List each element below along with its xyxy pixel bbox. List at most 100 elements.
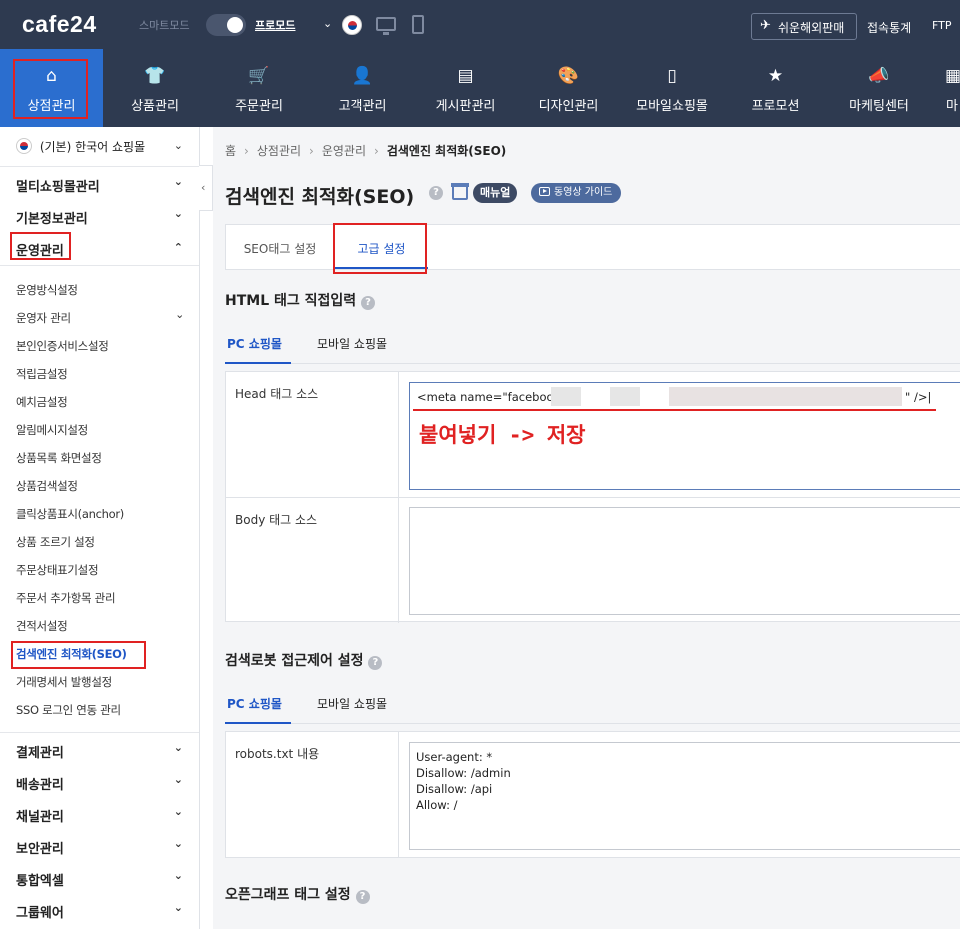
sidebar-group-label: 배송관리 bbox=[16, 778, 64, 793]
head-tag-value-end: " />| bbox=[905, 390, 932, 404]
nav-marketing-center[interactable]: 📣 마케팅센터 bbox=[827, 49, 931, 127]
nav-product-manage[interactable]: 👕 상품관리 bbox=[103, 49, 207, 127]
sidebar-group-operation[interactable]: 운영관리 ⌃ bbox=[0, 231, 199, 263]
sidebar-item-identity-verify[interactable]: 본인인증서비스설정 bbox=[16, 338, 109, 354]
overseas-sale-label: 쉬운해외판매 bbox=[778, 21, 845, 35]
mall-selector[interactable]: (기본) 한국어 쇼핑몰 ⌄ bbox=[0, 127, 199, 167]
head-tag-textarea[interactable]: <meta name="facebook " />| 붙여넣기 -> 저장 bbox=[409, 382, 960, 490]
robots-row: robots.txt 내용 User-agent: * Disallow: /a… bbox=[226, 732, 960, 857]
help-icon[interactable]: ? bbox=[368, 656, 383, 670]
annotation-underline bbox=[413, 409, 936, 411]
sidebar-group-label: 보안관리 bbox=[16, 842, 64, 857]
sidebar-group-security[interactable]: 보안관리 ⌄ bbox=[0, 829, 199, 861]
sidebar-group-multishop[interactable]: 멀티쇼핑몰관리 ⌄ bbox=[0, 167, 199, 199]
breadcrumb-store[interactable]: 상점관리 bbox=[257, 144, 301, 158]
sidebar-group-excel[interactable]: 통합엑셀 ⌄ bbox=[0, 861, 199, 893]
sidebar-group-channel[interactable]: 채널관리 ⌄ bbox=[0, 797, 199, 829]
cart-icon: 🛒 bbox=[248, 66, 270, 86]
subtab-pc[interactable]: PC 쇼핑몰 bbox=[225, 324, 291, 364]
robots-table: robots.txt 내용 User-agent: * Disallow: /a… bbox=[225, 731, 960, 858]
sidebar-item-seo[interactable]: 검색엔진 최적화(SEO) bbox=[16, 646, 127, 662]
sidebar-item-notification[interactable]: 알림메시지설정 bbox=[16, 422, 88, 438]
nav-order-manage[interactable]: 🛒 주문관리 bbox=[207, 49, 311, 127]
manual-button[interactable]: 매뉴얼 bbox=[473, 183, 518, 203]
pro-mode-label[interactable]: 프로모드 bbox=[255, 17, 295, 33]
breadcrumb-home[interactable]: 홈 bbox=[225, 144, 236, 158]
body-tag-textarea[interactable] bbox=[409, 507, 960, 615]
sidebar-item-product-wish[interactable]: 상품 조르기 설정 bbox=[16, 534, 95, 550]
subtab-mobile[interactable]: 모바일 쇼핑몰 bbox=[317, 324, 387, 364]
head-tag-label: Head 태그 소스 bbox=[226, 372, 399, 497]
section-title-text: 오픈그래프 태그 설정 bbox=[225, 887, 351, 903]
cafe24-logo[interactable]: cafe24 bbox=[22, 11, 97, 38]
robots-section-title: 검색로봇 접근제어 설정 ? bbox=[225, 650, 383, 670]
robots-textarea[interactable]: User-agent: * Disallow: /admin Disallow:… bbox=[409, 742, 960, 850]
chevron-down-icon: ⌄ bbox=[173, 837, 183, 850]
nav-customer-manage[interactable]: 👤 고객관리 bbox=[311, 49, 414, 127]
mode-toggle[interactable] bbox=[206, 14, 246, 36]
sidebar-group-groupware[interactable]: 그룹웨어 ⌄ bbox=[0, 893, 199, 925]
sidebar-item-operator-manage[interactable]: 운영자 관리 ⌄ bbox=[16, 308, 184, 326]
head-tag-value: <meta name="facebook bbox=[417, 390, 561, 404]
og-section-title: 오픈그래프 태그 설정 ? bbox=[225, 884, 370, 904]
sidebar-item-sso-login[interactable]: SSO 로그인 연동 관리 bbox=[16, 702, 121, 718]
nav-more[interactable]: ▦ 마 bbox=[931, 49, 960, 127]
sidebar-group-payment[interactable]: 결제관리 ⌄ bbox=[0, 733, 199, 765]
overseas-sale-button[interactable]: ✈ 쉬운해외판매 bbox=[751, 13, 857, 40]
star-icon: ★ bbox=[767, 66, 784, 86]
store-icon: ⌂ bbox=[46, 66, 57, 86]
nav-promotion[interactable]: ★ 프로모션 bbox=[724, 49, 827, 127]
mall-selector-label: (기본) 한국어 쇼핑몰 bbox=[39, 140, 146, 154]
sidebar-item-statement[interactable]: 거래명세서 발행설정 bbox=[16, 674, 112, 690]
nav-label: 모바일쇼핑몰 bbox=[636, 99, 708, 114]
megaphone-icon: 📣 bbox=[868, 66, 890, 86]
sidebar-item-quote[interactable]: 견적서설정 bbox=[16, 618, 68, 634]
breadcrumb: 홈 › 상점관리 › 운영관리 › 검색엔진 최적화(SEO) bbox=[225, 142, 506, 159]
sidebar-item-product-list-screen[interactable]: 상품목록 화면설정 bbox=[16, 450, 102, 466]
sidebar-group-basic-info[interactable]: 기본정보관리 ⌄ bbox=[0, 199, 199, 231]
chevron-down-icon[interactable]: ⌄ bbox=[323, 17, 332, 30]
nav-design-manage[interactable]: 🎨 디자인관리 bbox=[517, 49, 620, 127]
sidebar-item-order-form-fields[interactable]: 주문서 추가항목 관리 bbox=[16, 590, 116, 606]
nav-label: 상점관리 bbox=[27, 99, 76, 114]
chevron-down-icon: ⌄ bbox=[173, 741, 183, 754]
sidebar-item-order-status[interactable]: 주문상태표기설정 bbox=[16, 562, 99, 578]
tab-seo-tag[interactable]: SEO태그 설정 bbox=[226, 225, 334, 269]
access-stats-link[interactable]: 접속통계 bbox=[867, 19, 911, 36]
help-icon[interactable]: ? bbox=[429, 186, 443, 200]
sidebar-group-shipping[interactable]: 배송관리 ⌄ bbox=[0, 765, 199, 797]
ftp-link[interactable]: FTP bbox=[932, 19, 952, 32]
nav-board-manage[interactable]: ▤ 게시판관리 bbox=[414, 49, 517, 127]
video-guide-button[interactable]: 동영상 가이드 bbox=[531, 183, 622, 203]
nav-label: 게시판관리 bbox=[435, 99, 496, 114]
sidebar-item-product-search[interactable]: 상품검색설정 bbox=[16, 478, 78, 494]
head-tag-row: Head 태그 소스 <meta name="facebook " />| 붙여… bbox=[226, 372, 960, 498]
sidebar-group-label: 채널관리 bbox=[16, 810, 64, 825]
help-icon[interactable]: ? bbox=[355, 890, 370, 904]
nav-mobile-shop[interactable]: ▯ 모바일쇼핑몰 bbox=[620, 49, 724, 127]
sidebar-collapse-button[interactable]: ‹ bbox=[199, 165, 213, 211]
pc-view-icon[interactable] bbox=[376, 17, 396, 35]
chevron-down-icon: ⌄ bbox=[173, 207, 183, 220]
subtab-mobile[interactable]: 모바일 쇼핑몰 bbox=[317, 684, 387, 724]
airplane-icon: ✈ bbox=[760, 18, 771, 33]
sidebar-item-anchor[interactable]: 클릭상품표시(anchor) bbox=[16, 506, 124, 522]
mobile-view-icon[interactable] bbox=[412, 15, 424, 34]
korea-flag-icon[interactable] bbox=[342, 15, 362, 35]
chevron-down-icon: ⌄ bbox=[173, 175, 183, 188]
help-icon[interactable]: ? bbox=[361, 296, 376, 310]
chevron-down-icon: ⌄ bbox=[173, 901, 183, 914]
sidebar-item-operation-mode[interactable]: 운영방식설정 bbox=[16, 282, 78, 298]
tab-advanced[interactable]: 고급 설정 bbox=[335, 225, 428, 269]
user-icon: 👤 bbox=[351, 66, 374, 86]
annotation-text: 붙여넣기 -> 저장 bbox=[419, 423, 586, 447]
korea-flag-icon bbox=[16, 138, 32, 154]
sidebar-item-points[interactable]: 적립금설정 bbox=[16, 366, 68, 382]
nav-store-manage[interactable]: ⌂ 상점관리 bbox=[0, 49, 103, 127]
breadcrumb-separator-icon: › bbox=[244, 144, 249, 158]
subtab-pc[interactable]: PC 쇼핑몰 bbox=[225, 684, 291, 724]
store-icon[interactable] bbox=[451, 183, 469, 200]
breadcrumb-operation[interactable]: 운영관리 bbox=[322, 144, 366, 158]
main-content: 홈 › 상점관리 › 운영관리 › 검색엔진 최적화(SEO) 검색엔진 최적화(SEO) … bbox=[213, 127, 960, 929]
sidebar-item-deposit[interactable]: 예치금설정 bbox=[16, 394, 68, 410]
